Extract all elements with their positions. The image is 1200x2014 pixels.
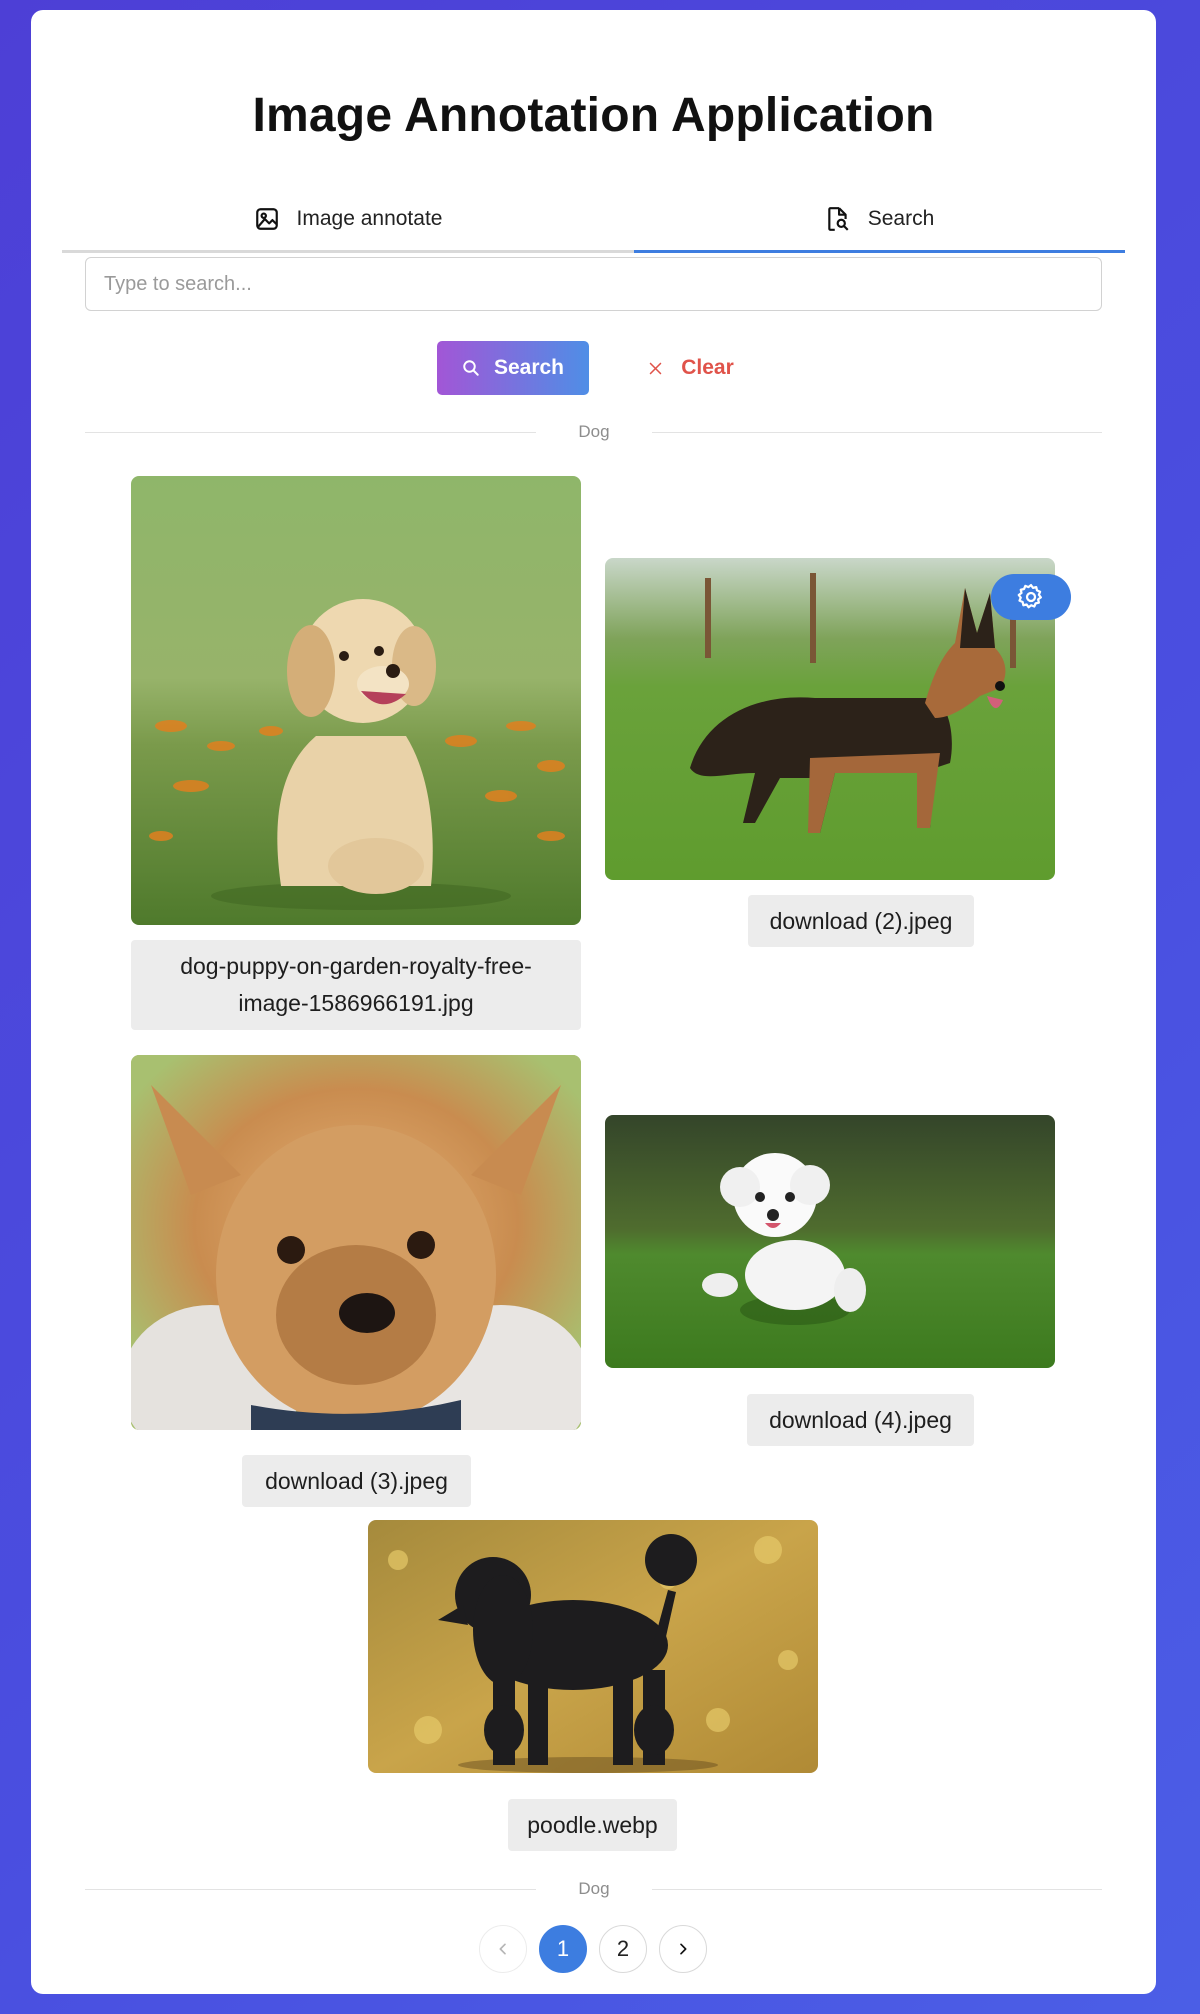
search-input[interactable] <box>85 257 1102 311</box>
page-title: Image Annotation Application <box>252 89 935 142</box>
tab-bar: Image annotate Search <box>62 188 1125 253</box>
main-card: Image Annotation Application Image annot… <box>31 10 1156 1994</box>
pagination-page-2[interactable]: 2 <box>599 1925 647 1973</box>
section-divider-top: Dog <box>85 422 1102 442</box>
gear-icon <box>1017 584 1042 609</box>
pagination-prev-button[interactable] <box>479 1925 527 1973</box>
result-image-white-dog[interactable] <box>605 1115 1055 1368</box>
chevron-left-icon <box>499 1943 506 1955</box>
tab-label: Search <box>867 207 935 230</box>
clear-button[interactable]: Clear <box>631 341 751 395</box>
search-button-label: Search <box>493 356 565 379</box>
caption-line: dog-puppy-on-garden-royalty-free- <box>180 953 532 979</box>
file-search-icon <box>827 207 849 231</box>
result-image-shepherd[interactable] <box>605 558 1055 880</box>
tab-label: Image annotate <box>296 207 443 230</box>
clear-button-label: Clear <box>681 356 734 379</box>
result-caption: dog-puppy-on-garden-royalty-free- image-… <box>131 940 581 1030</box>
search-icon <box>463 360 479 376</box>
result-caption: download (4).jpeg <box>747 1394 974 1446</box>
image-icon <box>255 208 278 230</box>
result-caption: download (3).jpeg <box>242 1455 471 1507</box>
section-divider-bottom: Dog <box>85 1879 1102 1899</box>
result-image-poodle[interactable] <box>368 1520 818 1773</box>
caption-line: image-1586966191.jpg <box>238 990 474 1016</box>
divider-label: Dog <box>578 1879 610 1898</box>
image-settings-button[interactable] <box>991 574 1071 620</box>
tab-search[interactable]: Search <box>634 188 1125 253</box>
result-caption: download (2).jpeg <box>748 895 974 947</box>
close-icon <box>649 362 662 374</box>
pagination-page-1[interactable]: 1 <box>539 1925 587 1973</box>
result-caption: poodle.webp <box>508 1799 677 1851</box>
chevron-right-icon <box>680 1943 687 1955</box>
pagination-next-button[interactable] <box>659 1925 707 1973</box>
tab-image-annotate[interactable]: Image annotate <box>62 188 634 253</box>
result-image-yorkie[interactable] <box>131 1055 581 1430</box>
result-image-puppy[interactable] <box>131 476 581 925</box>
divider-label: Dog <box>578 422 610 441</box>
search-button[interactable]: Search <box>437 341 589 395</box>
